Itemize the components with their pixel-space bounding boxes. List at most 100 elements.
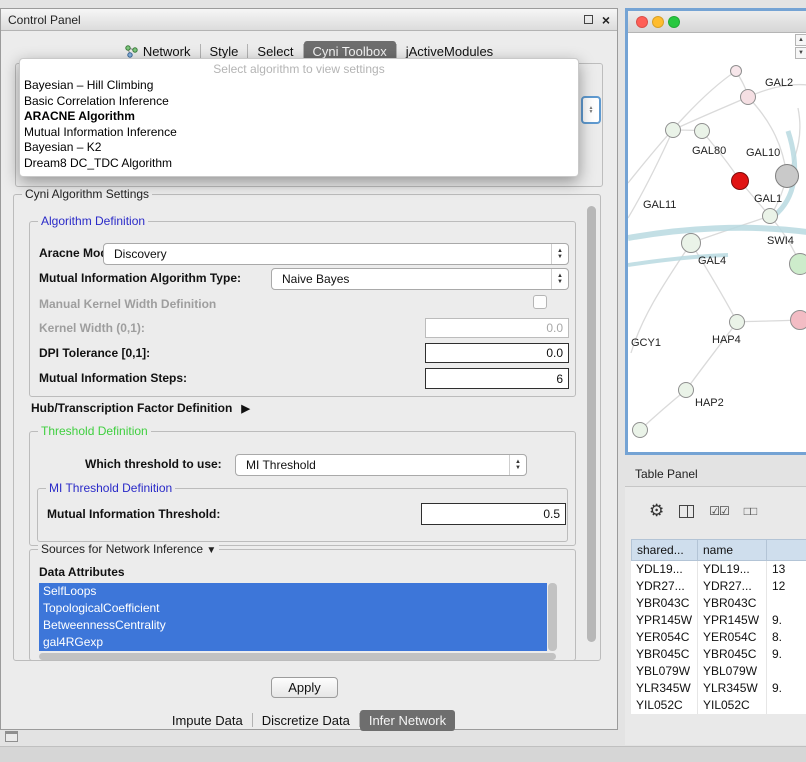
network-node[interactable]	[678, 382, 694, 398]
algorithm-option[interactable]: Bayesian – K2	[20, 140, 578, 156]
scroll-down-button[interactable]: ▼	[795, 47, 806, 59]
sources-section-toggle[interactable]: Sources for Network Inference ▼	[38, 542, 219, 556]
columns-icon[interactable]	[679, 505, 694, 518]
network-node-label: GAL1	[754, 193, 782, 205]
attribute-item[interactable]: TopologicalCoefficient	[39, 600, 547, 617]
network-node-label: HAP2	[695, 397, 724, 409]
dpi-tolerance-input[interactable]: 0.0	[425, 343, 569, 363]
network-icon	[125, 45, 138, 58]
combo-arrows-icon: ▲▼	[551, 244, 568, 264]
close-button[interactable]	[636, 16, 648, 28]
control-panel-window: Control Panel × Network Style Select Cyn…	[0, 8, 618, 730]
apply-button[interactable]: Apply	[271, 677, 338, 698]
column-header-extra[interactable]	[767, 539, 806, 561]
float-panel-icon[interactable]	[584, 15, 593, 24]
network-node[interactable]	[762, 208, 778, 224]
mi-threshold-group-title: MI Threshold Definition	[46, 481, 175, 495]
network-node[interactable]	[789, 253, 806, 275]
scroll-up-button[interactable]: ▲	[795, 34, 806, 46]
table-row[interactable]: YBR045CYBR045C9.	[631, 646, 806, 663]
table-panel-header: Table Panel	[625, 461, 806, 486]
network-node[interactable]	[740, 89, 756, 105]
bottom-strip	[0, 746, 806, 762]
focused-spinner[interactable]: ▲ ▼	[581, 96, 601, 124]
network-node[interactable]	[632, 422, 648, 438]
network-node[interactable]	[665, 122, 681, 138]
aracne-mode-select[interactable]: Discovery ▲▼	[103, 243, 569, 265]
combo-arrows-icon: ▲▼	[509, 455, 526, 475]
algorithm-option[interactable]: Dream8 DC_TDC Algorithm	[20, 156, 578, 172]
network-node[interactable]	[694, 123, 710, 139]
tab-infer-network[interactable]: Infer Network	[360, 710, 455, 731]
cyni-bottom-tabs: Impute Data Discretize Data Infer Networ…	[1, 709, 617, 731]
popup-placeholder: Select algorithm to view settings	[20, 62, 578, 78]
algorithm-option[interactable]: Mutual Information Inference	[20, 125, 578, 141]
network-node-label: GAL2	[765, 77, 793, 89]
network-node-label: GAL11	[643, 199, 676, 211]
table-row[interactable]: YLR345WYLR345W9.	[631, 680, 806, 697]
table-toolbar: ⚙ ☑☑ □□	[625, 495, 806, 527]
table-row[interactable]: YBR043CYBR043C	[631, 595, 806, 612]
manual-kernel-checkbox[interactable]	[533, 295, 547, 309]
table-row[interactable]: YDR27...YDR27...12	[631, 578, 806, 595]
table-panel-title: Table Panel	[635, 467, 698, 481]
network-node[interactable]	[729, 314, 745, 330]
zoom-button[interactable]	[668, 16, 680, 28]
control-panel-titlebar: Control Panel ×	[1, 9, 617, 31]
network-node-label: GAL10	[746, 147, 780, 159]
which-threshold-select[interactable]: MI Threshold ▲▼	[235, 454, 527, 476]
attribute-item[interactable]: gal4RGexp	[39, 634, 547, 651]
kernel-width-input[interactable]: 0.0	[425, 318, 569, 338]
kernel-width-label: Kernel Width (0,1):	[39, 321, 145, 335]
table-row[interactable]: YBL079WYBL079W	[631, 663, 806, 680]
network-node-gray[interactable]	[775, 164, 799, 188]
table-row[interactable]: YDL19...YDL19...13	[631, 561, 806, 578]
data-attributes-label: Data Attributes	[39, 565, 125, 579]
node-table: shared... name YDL19...YDL19...13 YDR27.…	[631, 539, 806, 714]
mi-type-select[interactable]: Naive Bayes ▲▼	[271, 268, 569, 290]
mi-threshold-input[interactable]: 0.5	[421, 503, 566, 525]
collapsed-arrow-icon: ▶	[241, 402, 249, 415]
attribute-item[interactable]: BetweennessCentrality	[39, 617, 547, 634]
deselect-all-icon[interactable]: □□	[744, 504, 757, 518]
algorithm-dropdown-popup: Select algorithm to view settings Bayesi…	[19, 58, 579, 177]
algorithm-option-selected[interactable]: ARACNE Algorithm	[20, 109, 578, 125]
network-node-selected-red[interactable]	[731, 172, 749, 190]
network-node[interactable]	[790, 310, 806, 330]
network-node-label: GAL80	[692, 145, 726, 157]
mi-type-label: Mutual Information Algorithm Type:	[39, 271, 241, 285]
select-all-icon[interactable]: ☑☑	[709, 504, 729, 518]
expanded-arrow-icon: ▼	[206, 545, 216, 556]
dpi-tolerance-label: DPI Tolerance [0,1]:	[39, 346, 150, 360]
table-row[interactable]: YIL052CYIL052C	[631, 697, 806, 714]
network-canvas[interactable]: GAL2 GAL80 GAL10 GAL11 GAL1 SWI4 GAL4 GC…	[628, 33, 806, 451]
control-panel-title: Control Panel	[8, 13, 81, 27]
network-node[interactable]	[681, 233, 701, 253]
close-panel-icon[interactable]: ×	[602, 15, 610, 25]
tab-impute-data[interactable]: Impute Data	[163, 710, 252, 731]
algorithm-option[interactable]: Bayesian – Hill Climbing	[20, 78, 578, 94]
minimized-window-icon[interactable]	[5, 731, 18, 742]
threshold-definition-title: Threshold Definition	[38, 424, 151, 438]
minimize-button[interactable]	[652, 16, 664, 28]
combo-arrows-icon: ▲▼	[551, 269, 568, 289]
column-header-name[interactable]: name	[698, 539, 767, 561]
table-row[interactable]: YER054CYER054C8.	[631, 629, 806, 646]
network-node[interactable]	[730, 65, 742, 77]
mi-steps-input[interactable]: 6	[425, 368, 569, 389]
settings-scrollbar[interactable]	[587, 206, 596, 642]
tab-discretize-data[interactable]: Discretize Data	[253, 710, 359, 731]
network-window-titlebar[interactable]	[628, 11, 806, 33]
network-window[interactable]: GAL2 GAL80 GAL10 GAL11 GAL1 SWI4 GAL4 GC…	[625, 8, 806, 455]
list-vertical-scrollbar[interactable]	[548, 583, 557, 651]
algorithm-option[interactable]: Basic Correlation Inference	[20, 94, 578, 110]
network-node-label: GCY1	[631, 337, 661, 349]
hub-section-toggle[interactable]: Hub/Transcription Factor Definition ▶	[31, 401, 250, 415]
table-row[interactable]: YPR145WYPR145W9.	[631, 612, 806, 629]
list-horizontal-scrollbar[interactable]	[39, 653, 556, 660]
attribute-item[interactable]: SelfLoops	[39, 583, 547, 600]
table-header-row: shared... name	[631, 539, 806, 561]
gear-icon[interactable]: ⚙	[649, 501, 664, 521]
which-threshold-label: Which threshold to use:	[85, 457, 222, 471]
column-header-shared-name[interactable]: shared...	[631, 539, 698, 561]
